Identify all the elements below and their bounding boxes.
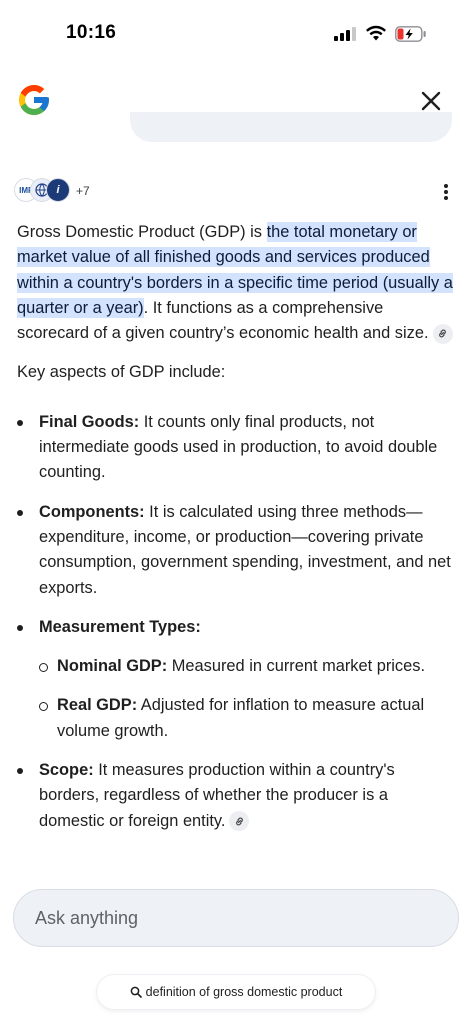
battery-charging-icon (395, 26, 426, 42)
key-aspects-heading: Key aspects of GDP include: (17, 363, 226, 382)
previous-query-bubble (130, 112, 452, 142)
source-link-icon[interactable] (432, 323, 453, 344)
sub-list-item: Nominal GDP: Measured in current market … (39, 654, 457, 679)
google-g-icon[interactable] (16, 82, 52, 118)
list-item: Final Goods: It counts only final produc… (17, 410, 457, 486)
wifi-icon (366, 25, 386, 41)
sub-bullet-title: Nominal GDP: (57, 657, 168, 676)
list-item: Scope: It measures production within a c… (17, 758, 457, 834)
sub-list-item: Real GDP: Adjusted for inflation to meas… (39, 693, 457, 744)
sources-row[interactable]: IMF i +7 (14, 178, 454, 204)
bullet-title: Components: (39, 502, 145, 521)
list-item: Measurement Types: Nominal GDP: Measured… (17, 615, 457, 744)
intro-paragraph: Gross Domestic Product (GDP) is the tota… (17, 220, 457, 346)
search-icon (130, 986, 142, 998)
source-favicon-info-icon[interactable]: i (46, 178, 70, 202)
more-options-icon[interactable] (438, 182, 454, 204)
ask-input[interactable]: Ask anything (13, 889, 459, 947)
ai-answer: Gross Domestic Product (GDP) is the tota… (17, 220, 457, 848)
sub-bullet-text: Measured in current market prices. (167, 657, 425, 676)
aspects-list: Final Goods: It counts only final produc… (17, 410, 457, 834)
measurement-types-list: Nominal GDP: Measured in current market … (39, 654, 457, 744)
ask-placeholder: Ask anything (35, 908, 139, 928)
suggestion-label: definition of gross domestic product (145, 985, 343, 999)
sources-more-count[interactable]: +7 (76, 184, 90, 198)
sub-bullet-title: Real GDP: (57, 696, 138, 715)
bullet-title: Measurement Types: (39, 617, 201, 636)
status-time: 10:16 (66, 22, 117, 43)
intro-text-before: Gross Domestic Product (GDP) is (17, 223, 267, 241)
list-item: Components: It is calculated using three… (17, 500, 457, 601)
search-suggestion-chip[interactable]: definition of gross domestic product (97, 975, 375, 1009)
status-bar: 10:16 (0, 0, 472, 70)
source-link-icon[interactable] (229, 811, 250, 832)
cellular-signal-icon (334, 27, 356, 41)
bullet-title: Final Goods: (39, 412, 140, 431)
bullet-title: Scope: (39, 761, 94, 780)
